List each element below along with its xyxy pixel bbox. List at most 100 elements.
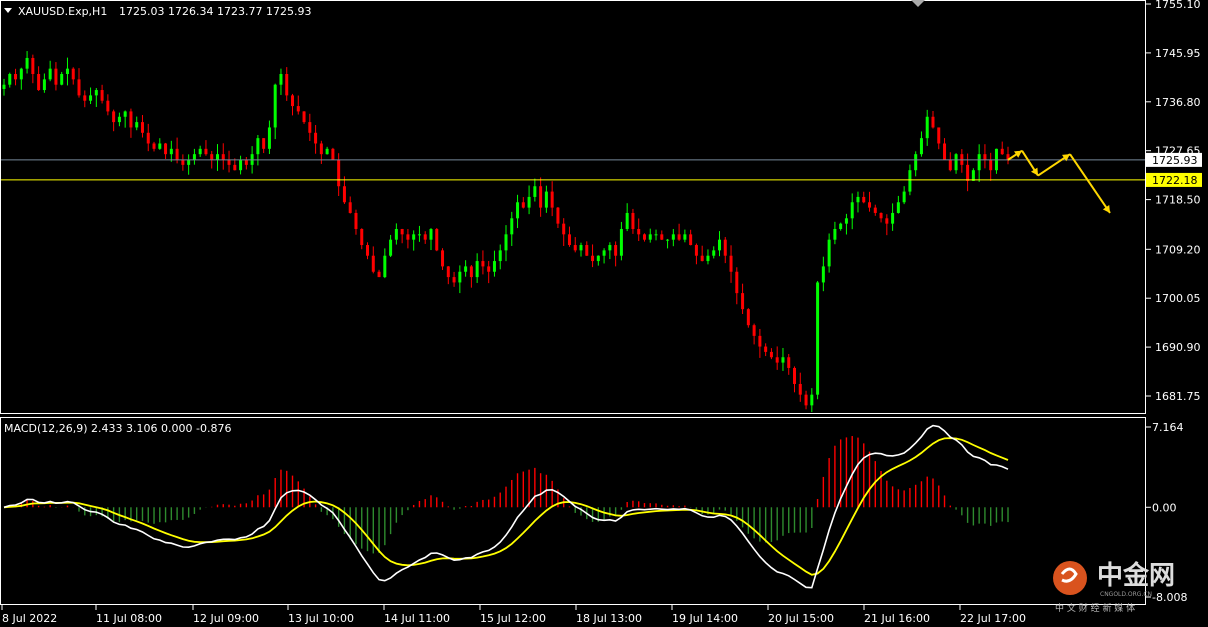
time-axis: 8 Jul 2022 11 Jul 08:00 12 Jul 09:00 13 Jul… [1, 605, 1026, 625]
candle-body [608, 245, 612, 251]
candle-body [262, 138, 266, 149]
candle-body [919, 138, 923, 155]
candle-body [614, 245, 618, 256]
candle-body [389, 239, 393, 256]
candle-body [729, 255, 733, 272]
macd-label: MACD(12,26,9) 2.433 3.106 0.000 -0.876 [4, 422, 231, 435]
candle-body [441, 250, 445, 267]
candle-body [619, 228, 623, 256]
price-tick-label: 1681.75 [1155, 390, 1201, 403]
candle-body [948, 159, 952, 171]
candle-body [758, 335, 762, 347]
time-tick-label: 11 Jul 08:00 [96, 612, 162, 625]
candle-body [931, 116, 935, 128]
candle-body [787, 357, 791, 368]
candle-body [989, 159, 993, 171]
candle-body [14, 74, 18, 80]
macd-tick-label: 7.164 [1152, 421, 1184, 434]
watermark-tagline: 中 文 财 经 新 媒 体 [1055, 602, 1135, 614]
candle-body [475, 261, 479, 278]
candle-body [215, 154, 219, 160]
candle-body [873, 207, 877, 213]
candle-body [602, 250, 606, 256]
candle-body [296, 106, 300, 112]
watermark-brand: 中金网 [1097, 560, 1175, 591]
candle-body [625, 212, 629, 229]
price-tick-label: 1718.50 [1155, 194, 1201, 207]
candle-body [844, 218, 848, 224]
candle-body [510, 218, 514, 235]
candle-body [544, 191, 548, 208]
candle-body [504, 234, 508, 251]
candle-body [239, 159, 243, 171]
candle-body [366, 245, 370, 256]
candle-body [71, 68, 75, 80]
price-tick-label: 1755.10 [1155, 0, 1201, 11]
candle-body [492, 261, 496, 272]
candle-body [902, 191, 906, 203]
candle-body [660, 234, 664, 240]
candle-body [383, 255, 387, 278]
time-tick-label: 19 Jul 14:00 [672, 612, 738, 625]
candle-body [198, 148, 202, 155]
candle-body [856, 196, 860, 203]
candle-body [319, 143, 323, 155]
candle-body [879, 212, 883, 219]
candle-body [2, 84, 6, 89]
candle-body [937, 127, 941, 144]
candle-body [539, 186, 543, 208]
candle-body [862, 196, 866, 203]
candle-body [60, 74, 64, 85]
level-price-box: 1722.18 [1146, 172, 1202, 187]
candle-body [123, 111, 127, 117]
candle-body [971, 170, 975, 181]
candle-body [267, 127, 271, 149]
candle-body [291, 95, 295, 107]
candle-body [533, 186, 537, 197]
candle-body [37, 74, 41, 91]
candle-body [648, 234, 652, 240]
svg-text:1725.93: 1725.93 [1152, 154, 1198, 167]
watermark-domain: CNGOLD.ORG.CN [1100, 591, 1152, 598]
candle-body [325, 148, 329, 155]
candle-body [804, 394, 808, 406]
candle-body [527, 196, 531, 208]
scroll-marker-icon[interactable] [911, 0, 925, 7]
candle-body [891, 212, 895, 224]
time-tick-label: 15 Jul 12:00 [480, 612, 546, 625]
candle-body [954, 154, 958, 171]
candle-body [464, 266, 468, 272]
candle-body [769, 351, 773, 358]
candle-body [458, 271, 462, 283]
candle-body [752, 325, 756, 336]
candle-body [25, 57, 29, 69]
candle-body [94, 90, 98, 96]
macd-tick-label: 0.00 [1152, 501, 1177, 514]
candle-body [423, 234, 427, 240]
collapse-triangle-icon[interactable] [4, 8, 12, 13]
candle-body [302, 111, 306, 123]
candle-body [827, 239, 831, 267]
svg-text:1722.18: 1722.18 [1152, 174, 1198, 187]
candle-body [140, 122, 144, 133]
candle-body [717, 239, 721, 251]
candle-body [117, 116, 121, 123]
candle-body [741, 293, 745, 310]
candle-body [966, 164, 970, 181]
price-tick-label: 1690.90 [1155, 341, 1201, 354]
candle-body [689, 234, 693, 246]
price-axis: 1755.101745.951736.801727.651718.501709.… [1146, 0, 1201, 403]
candle-body [210, 154, 214, 160]
forecast-arrow-segment [1069, 153, 1111, 214]
candle-body [233, 164, 237, 171]
candle-body [798, 383, 802, 395]
candle-body [793, 367, 797, 384]
candle-body [135, 122, 139, 128]
candle-body [810, 394, 814, 406]
candle-body [169, 148, 173, 155]
candle-body [896, 202, 900, 213]
candle-body [285, 74, 289, 96]
time-tick-label: 18 Jul 13:00 [576, 612, 642, 625]
candle-body [642, 234, 646, 240]
chart-canvas: XAUUSD.Exp,H1 1725.03 1726.34 1723.77 17… [0, 0, 1202, 625]
